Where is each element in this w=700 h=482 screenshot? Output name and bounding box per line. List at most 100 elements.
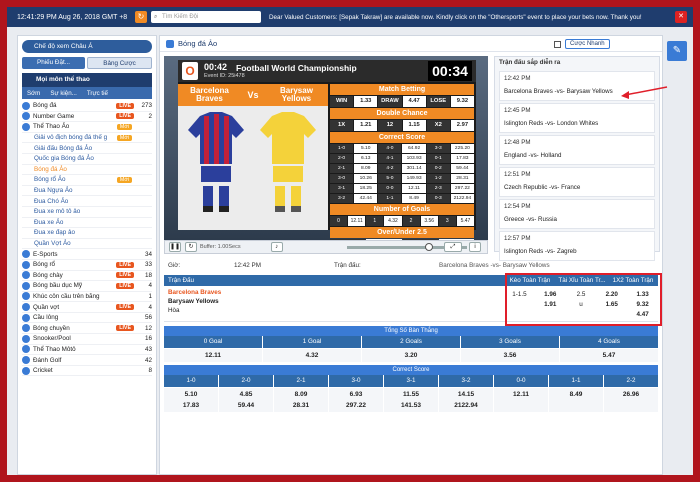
sidebar-item[interactable]: Đua xe Ảo — [22, 218, 152, 229]
goals-odds[interactable]: 12.11 — [164, 349, 262, 362]
correct-score-cell[interactable]: 301.14 — [402, 164, 426, 173]
goals-cell[interactable]: 3.56 — [420, 216, 438, 226]
goals-cell[interactable]: 4.32 — [384, 216, 402, 226]
sidebar-item[interactable]: Đua xe đạp ảo — [22, 228, 152, 239]
sidebar-item-label: Bóng rổ Ảo — [34, 176, 66, 184]
sidebar-item[interactable]: Giải vô địch bóng đá thế g Mới — [22, 133, 152, 144]
correct-score-cell[interactable]: 8.49 — [402, 194, 426, 203]
sidebar-item[interactable]: Đua Chó Ảo — [22, 196, 152, 207]
odds-cell[interactable]: 2.97 — [450, 120, 475, 131]
score-odds[interactable]: 141.53 — [384, 400, 438, 411]
sidebar-item[interactable]: Đánh Golf 42 — [22, 355, 152, 366]
upcoming-item[interactable]: 12:48 PM England -vs- Holland — [499, 135, 655, 165]
asian-view-toggle[interactable]: Chế độ xem Châu Á — [22, 40, 152, 53]
upcoming-item[interactable]: 12:57 PM Islington Reds -vs- Zagreb — [499, 231, 655, 261]
goals-cell[interactable]: 12.11 — [348, 216, 366, 226]
correct-score-cell[interactable]: 149.93 — [402, 174, 426, 183]
goals-odds[interactable]: 3.20 — [362, 349, 460, 362]
score-odds[interactable]: 2122.94 — [439, 400, 493, 411]
upcoming-item[interactable]: 12:42 PM Barcelona Braves -vs- Barysaw Ye… — [499, 71, 655, 101]
score-odds[interactable]: 12.11 — [494, 389, 548, 400]
score-odds[interactable]: 11.55 — [384, 389, 438, 400]
quick-bet-checkbox[interactable] — [554, 40, 561, 48]
team-search-input[interactable]: ⌕ Tìm Kiếm Đội — [151, 11, 261, 23]
score-odds[interactable]: 17.83 — [164, 400, 218, 411]
correct-score-cell[interactable]: 2122.94 — [450, 194, 474, 203]
bet-slip-button[interactable]: Phiếu Đặt... — [22, 57, 85, 69]
odds-cell[interactable]: 9.32 — [450, 96, 475, 107]
tab-live[interactable]: Trực tiế — [82, 90, 113, 97]
fullscreen-button[interactable]: ⤢ — [444, 242, 462, 252]
score-odds[interactable]: 14.15 — [439, 389, 493, 400]
tab-events[interactable]: Sự kiện... — [45, 90, 82, 97]
sidebar-item[interactable]: Thể Thao Ảo Mới — [22, 122, 152, 133]
sidebar-item[interactable]: Snooker/Pool 16 — [22, 334, 152, 345]
sidebar-item[interactable]: Đua xe mô tô ảo — [22, 207, 152, 218]
volume-knob[interactable] — [425, 242, 433, 251]
sidebar-item[interactable]: Thể Thao Môtô 43 — [22, 345, 152, 356]
correct-score-cell[interactable]: 103.93 — [402, 154, 426, 163]
odds-cell[interactable]: 1.33 — [354, 96, 378, 107]
quick-bet-button[interactable]: Cược Nhanh — [565, 39, 610, 49]
score-odds[interactable]: 6.93 — [329, 389, 383, 400]
goals-odds[interactable]: 5.47 — [560, 349, 658, 362]
correct-score-cell[interactable]: 18.25 — [354, 184, 378, 193]
sidebar-item[interactable]: Cricket 8 — [22, 366, 152, 377]
volume-icon[interactable]: ♪ — [270, 242, 283, 252]
correct-score-cell[interactable]: 225.20 — [450, 144, 474, 153]
sidebar-item[interactable]: Bóng đá Ảo — [22, 165, 152, 176]
goals-cell[interactable]: 5.47 — [456, 216, 474, 226]
odds-cell[interactable]: 1.21 — [354, 120, 378, 131]
sidebar-item[interactable]: Đua Ngựa Ảo — [22, 186, 152, 197]
tab-early[interactable]: Sớm — [22, 90, 45, 97]
upcoming-item[interactable]: 12:45 PM Islington Reds -vs- London White… — [499, 103, 655, 133]
video-player[interactable]: O 00:42 Event ID: 25i478 Football World … — [164, 56, 488, 250]
score-odds[interactable]: 59.44 — [219, 400, 273, 411]
correct-score-cell[interactable]: 8.09 — [354, 164, 378, 173]
info-button[interactable]: i — [469, 242, 481, 252]
close-icon[interactable]: ✕ — [675, 11, 687, 23]
correct-score-cell[interactable]: 59.44 — [450, 164, 474, 173]
sidebar-item[interactable]: Bóng chày LIVE 18 — [22, 271, 152, 282]
pin-icon[interactable]: ✎ — [667, 41, 687, 61]
sidebar-item[interactable]: Khúc côn cầu trên băng 1 — [22, 292, 152, 303]
sidebar-item[interactable]: Bóng rổ LIVE 33 — [22, 260, 152, 271]
sidebar-item[interactable]: Quốc gia Bóng đá Ảo — [22, 154, 152, 165]
pause-button[interactable]: ❚❚ — [169, 242, 181, 252]
reload-button[interactable]: ↻ — [185, 242, 197, 252]
correct-score-cell[interactable]: 64.92 — [402, 144, 426, 153]
upcoming-item[interactable]: 12:51 PM Czech Republic -vs- France — [499, 167, 655, 197]
refresh-icon[interactable]: ↻ — [135, 11, 147, 23]
correct-score-cell[interactable]: 6.13 — [354, 154, 378, 163]
sidebar-item[interactable]: Bóng chuyền LIVE 12 — [22, 323, 152, 335]
goals-odds[interactable]: 4.32 — [263, 349, 361, 362]
correct-score-cell[interactable]: 42.44 — [354, 194, 378, 203]
sidebar-item[interactable]: Cầu lông 56 — [22, 313, 152, 324]
score-odds[interactable]: 297.22 — [329, 400, 383, 411]
sidebar-item[interactable]: Bóng bầu dục Mỹ LIVE 4 — [22, 281, 152, 292]
odds-cell[interactable]: 4.47 — [402, 96, 426, 107]
score-odds[interactable]: 8.09 — [274, 389, 328, 400]
score-odds[interactable]: 26.96 — [604, 389, 658, 400]
upcoming-item[interactable]: 12:54 PM Greece -vs- Russia — [499, 199, 655, 229]
score-odds[interactable]: 4.85 — [219, 389, 273, 400]
score-odds[interactable]: 5.10 — [164, 389, 218, 400]
sidebar-item[interactable]: Quần vợt LIVE 4 — [22, 302, 152, 313]
sidebar-item[interactable]: Number Game LIVE 2 — [22, 112, 152, 123]
score-odds[interactable]: 28.31 — [274, 400, 328, 411]
correct-score-cell[interactable]: 5.10 — [354, 144, 378, 153]
odds-cell[interactable]: 1.15 — [402, 120, 426, 131]
score-odds[interactable]: 8.49 — [549, 389, 603, 400]
bet-list-button[interactable]: Bảng Cược — [87, 57, 152, 69]
sidebar-item[interactable]: Quần Vợt Ảo — [22, 239, 152, 250]
sidebar-item[interactable]: Bóng rổ Ảo Mới — [22, 175, 152, 186]
sidebar-item[interactable]: E-Sports 34 — [22, 249, 152, 260]
sidebar-item[interactable]: Bóng đá LIVE 273 — [22, 101, 152, 112]
correct-score-cell[interactable]: 12.11 — [402, 184, 426, 193]
correct-score-cell[interactable]: 28.31 — [450, 174, 474, 183]
correct-score-cell[interactable]: 17.83 — [450, 154, 474, 163]
goals-odds[interactable]: 3.56 — [461, 349, 559, 362]
sidebar-item[interactable]: Giải đấu Bóng đá Ảo — [22, 143, 152, 154]
correct-score-cell[interactable]: 297.22 — [450, 184, 474, 193]
correct-score-cell[interactable]: 10.26 — [354, 174, 378, 183]
